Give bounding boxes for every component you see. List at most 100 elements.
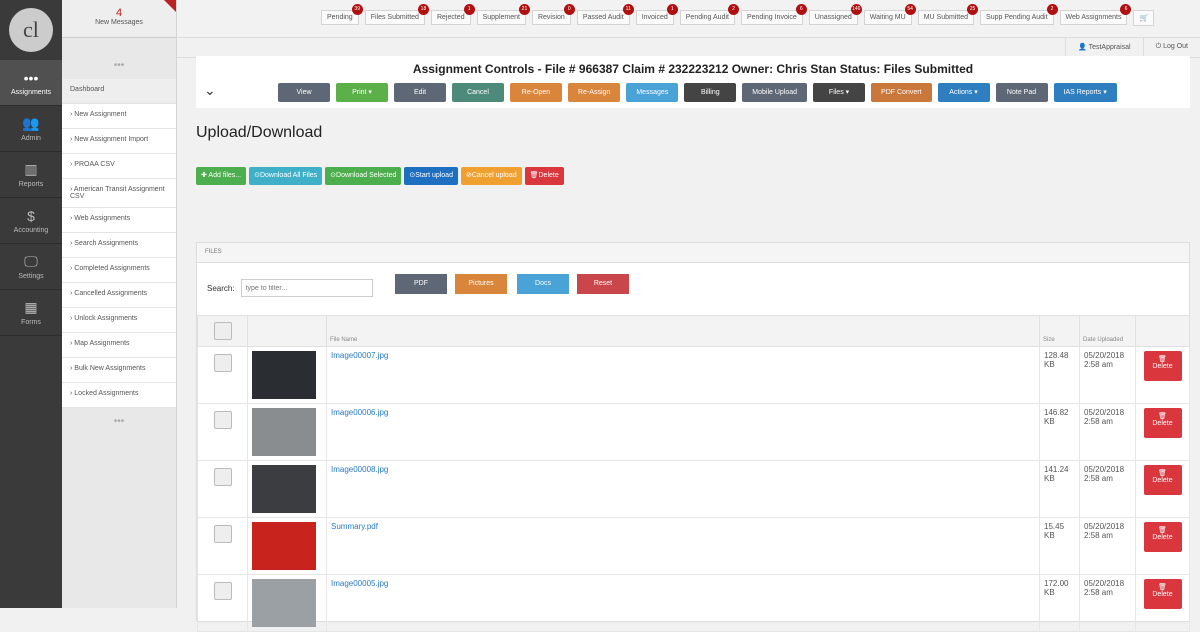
action-button[interactable]: ⊙Download All Files [249,167,323,185]
user-link[interactable]: 👤 TestAppraisal [1065,38,1143,57]
collapse-handle[interactable]: ••• [62,38,176,79]
submenu-item[interactable]: › Bulk New Assignments [62,358,176,383]
submenu-item[interactable]: › Completed Assignments [62,258,176,283]
thumbnail[interactable] [252,522,316,570]
nav-item[interactable]: ••• Assignments [0,60,62,106]
status-pill[interactable]: Files Submitted 18 [364,4,429,25]
submenu-item[interactable]: › Map Assignments [62,333,176,358]
select-all-checkbox[interactable] [213,322,232,340]
submenu-item[interactable]: › Web Assignments [62,208,176,233]
status-pill[interactable]: Supp Pending Audit 2 [980,4,1058,25]
action-button[interactable]: ⊘Cancel upload [460,167,522,185]
status-pill[interactable]: Web Assignments 6 [1059,4,1132,25]
date-header[interactable]: Date Uploaded [1079,315,1136,347]
control-button[interactable]: Messages [626,83,679,102]
submenu-item[interactable]: › Locked Assignments [62,383,176,408]
thumbnail[interactable] [252,408,316,456]
delete-button[interactable]: 🗑 Delete [1143,579,1182,609]
control-button[interactable]: View [278,83,330,102]
row-checkbox[interactable] [213,411,232,429]
submenu-item[interactable]: Dashboard [62,79,176,104]
status-pill[interactable]: Pending Invoice 6 [740,4,807,25]
control-button[interactable]: Print ▾ [336,83,388,102]
filter-button[interactable]: Reset [577,274,629,294]
submenu-label: Locked Assignments [74,390,139,397]
size-cell: 128.48 KB [1039,346,1080,404]
file-link[interactable]: Image00007.jpg [331,351,388,360]
file-link[interactable]: Image00008.jpg [331,465,388,474]
size-header[interactable]: Size [1039,315,1080,347]
file-name-header[interactable]: File Name [326,315,1040,347]
nav-label: Admin [21,135,41,142]
submenu-item[interactable]: › PROAA CSV [62,154,176,179]
status-pill[interactable]: Unassigned 146 [808,4,862,25]
file-link[interactable]: Summary.pdf [331,522,378,531]
action-button[interactable]: ⊙Start upload [404,167,458,185]
chart-icon: ▥ [24,161,38,177]
delete-button[interactable]: 🗑 Delete [1143,465,1182,495]
submenu-item[interactable]: › Cancelled Assignments [62,283,176,308]
row-checkbox[interactable] [213,582,232,600]
cart-icon[interactable]: 🛒 [1133,10,1155,26]
control-button[interactable]: Actions ▾ [937,83,990,102]
filter-button[interactable]: Pictures [455,274,507,294]
filter-button[interactable]: Docs [517,274,569,294]
control-button[interactable]: Re-Open [510,83,562,102]
control-button[interactable]: Re-Assign [568,83,621,102]
row-checkbox[interactable] [213,468,232,486]
submenu-item[interactable]: › Unlock Assignments [62,308,176,333]
status-pill[interactable]: Pending Audit 2 [679,4,739,25]
submenu-item[interactable]: › New Assignment [62,104,176,129]
row-checkbox[interactable] [213,525,232,543]
nav-item[interactable]: ▦ Forms [0,290,62,336]
control-button[interactable]: Billing [684,83,737,102]
control-button[interactable]: Cancel [452,83,504,102]
new-messages[interactable]: 4 New Messages [62,0,176,38]
control-button[interactable]: Files ▾ [813,83,866,102]
row-checkbox[interactable] [213,354,232,372]
control-button[interactable]: Edit [394,83,446,102]
status-pill[interactable]: Invoiced 1 [635,4,678,25]
filter-button[interactable]: PDF [395,274,447,294]
nav-item[interactable]: 🖵 Settings [0,244,62,290]
nav-item[interactable]: $ Accounting [0,198,62,244]
submenu-item[interactable]: › New Assignment Import [62,129,176,154]
submenu-label: Bulk New Assignments [74,365,146,372]
control-button[interactable]: Note Pad [995,83,1048,102]
nav-item[interactable]: 👥 Admin [0,106,62,152]
status-pill[interactable]: Waiting MU 54 [863,4,916,25]
thumbnail[interactable] [252,465,316,513]
action-button[interactable]: ✚ Add files... [196,167,247,185]
thumbnail[interactable] [252,579,316,627]
control-button[interactable]: PDF Convert [871,83,932,102]
submenu-label: Completed Assignments [74,265,150,272]
status-pill[interactable]: Passed Audit 11 [576,4,634,25]
file-link[interactable]: Image00005.jpg [331,579,388,588]
size-cell: 172.00 KB [1039,574,1080,632]
submenu-label: Search Assignments [74,240,139,247]
collapse-handle-bottom[interactable]: ••• [62,408,176,435]
nav-item[interactable]: ▥ Reports [0,152,62,198]
status-pill[interactable]: Pending 39 [321,4,363,25]
control-button[interactable]: Mobile Upload [742,83,808,102]
search-input[interactable] [240,279,373,297]
chevron-down-icon[interactable]: ⌄ [204,82,216,99]
delete-button[interactable]: 🗑 Delete [1143,351,1182,381]
logout-button[interactable]: ⏻ Log Out [1142,38,1200,57]
control-button[interactable]: IAS Reports ▾ [1053,83,1117,102]
delete-button[interactable]: 🗑 Delete [1143,408,1182,438]
date-cell: 05/20/2018 2:58 am [1079,403,1136,461]
status-pill[interactable]: MU Submitted 25 [917,4,979,25]
status-pill[interactable]: Supplement 21 [476,4,530,25]
submenu-item[interactable]: › Search Assignments [62,233,176,258]
thumbnail[interactable] [252,351,316,399]
status-pill[interactable]: Rejected 1 [430,4,475,25]
file-link[interactable]: Image00006.jpg [331,408,388,417]
action-button[interactable]: ⊙Download Selected [325,167,402,185]
status-pill[interactable]: Revision 0 [531,4,575,25]
submenu-item[interactable]: › American Transit Assignment CSV [62,179,176,208]
delete-button[interactable]: 🗑 Delete [1143,522,1182,552]
delete-label: Delete [1152,534,1173,541]
action-button[interactable]: 🗑Delete [524,167,564,185]
forms-icon: ▦ [24,299,38,315]
